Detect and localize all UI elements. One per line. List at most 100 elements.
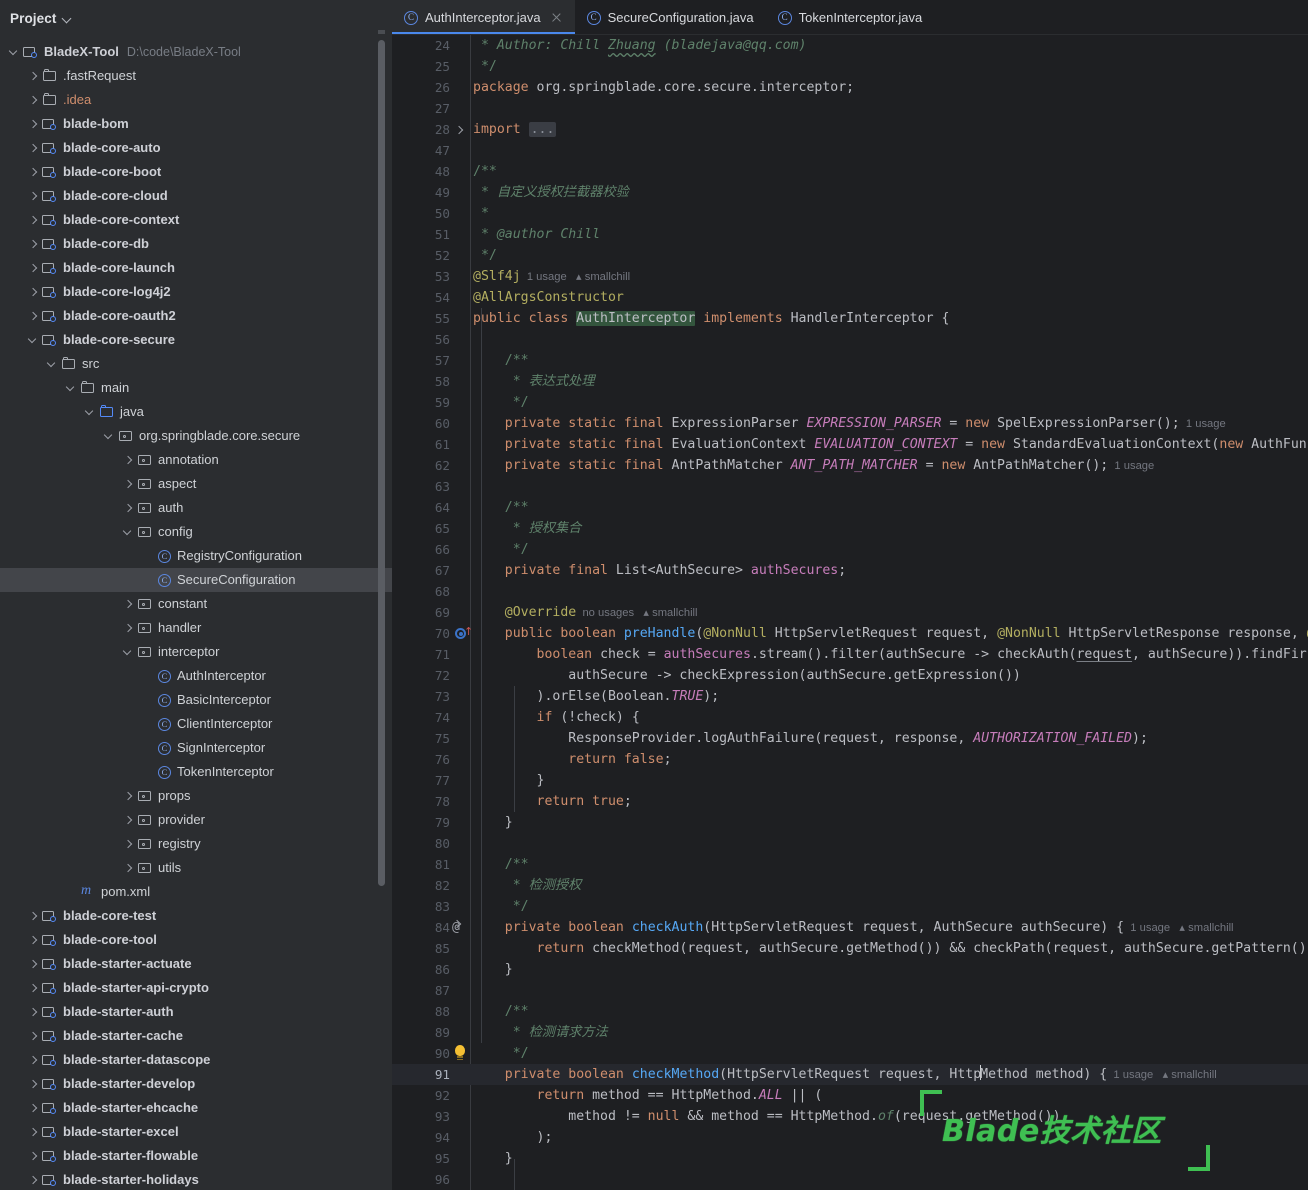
code-line[interactable]: 64 /** — [392, 497, 1308, 518]
code-line[interactable]: 65 * 授权集合 — [392, 518, 1308, 539]
code-line[interactable]: 47 — [392, 140, 1308, 161]
tree-node-blade-core-auto[interactable]: blade-core-auto — [0, 136, 392, 160]
chevron-right-icon[interactable] — [25, 136, 41, 160]
chevron-right-icon[interactable] — [120, 496, 136, 520]
tree-node-blade-starter-holidays[interactable]: blade-starter-holidays — [0, 1168, 392, 1190]
chevron-right-icon[interactable] — [120, 832, 136, 856]
chevron-right-icon[interactable] — [25, 184, 41, 208]
tree-node-java[interactable]: java — [0, 400, 392, 424]
code-line[interactable]: 57 /** — [392, 350, 1308, 371]
tree-node-src[interactable]: src — [0, 352, 392, 376]
code-line[interactable]: 24 * Author: Chill Zhuang (bladejava@qq.… — [392, 35, 1308, 56]
tree-node-pom-xml[interactable]: pom.xml — [0, 880, 392, 904]
close-icon[interactable] — [550, 11, 563, 24]
implementing-method-icon[interactable]: ↑ — [454, 626, 473, 642]
project-scrollbar-thumb[interactable] — [378, 40, 385, 886]
tree-node-provider[interactable]: provider — [0, 808, 392, 832]
tree-node-basicinterceptor[interactable]: BasicInterceptor — [0, 688, 392, 712]
code-editor[interactable]: 24 * Author: Chill Zhuang (bladejava@qq.… — [392, 35, 1308, 1190]
tree-node-blade-starter-excel[interactable]: blade-starter-excel — [0, 1120, 392, 1144]
chevron-right-icon[interactable] — [25, 160, 41, 184]
tree-node-blade-core-cloud[interactable]: blade-core-cloud — [0, 184, 392, 208]
code-line[interactable]: 93 method != null && method == HttpMetho… — [392, 1106, 1308, 1127]
code-line[interactable]: 61 private static final EvaluationContex… — [392, 434, 1308, 455]
code-line[interactable]: 76 return false; — [392, 749, 1308, 770]
chevron-down-icon[interactable] — [25, 328, 41, 352]
code-line[interactable]: 54 @AllArgsConstructor — [392, 287, 1308, 308]
tree-node-main[interactable]: main — [0, 376, 392, 400]
tree-node--fastrequest[interactable]: .fastRequest — [0, 64, 392, 88]
code-line[interactable]: 25 */ — [392, 56, 1308, 77]
chevron-right-icon[interactable] — [25, 208, 41, 232]
chevron-down-icon[interactable] — [82, 400, 98, 424]
code-line[interactable]: 50 * — [392, 203, 1308, 224]
chevron-down-icon[interactable] — [62, 13, 73, 24]
code-line[interactable]: 92 return method == HttpMethod.ALL || ( — [392, 1085, 1308, 1106]
code-line[interactable]: 74 if (!check) { — [392, 707, 1308, 728]
tree-node-blade-starter-api-crypto[interactable]: blade-starter-api-crypto — [0, 976, 392, 1000]
code-line[interactable]: 80 — [392, 833, 1308, 854]
code-line[interactable]: 96 — [392, 1169, 1308, 1190]
chevron-down-icon[interactable] — [6, 40, 22, 64]
code-line[interactable]: 84 @ private boolean checkAuth(HttpServle… — [392, 917, 1308, 938]
tree-node-authinterceptor[interactable]: AuthInterceptor — [0, 664, 392, 688]
code-line[interactable]: 86 } — [392, 959, 1308, 980]
chevron-right-icon[interactable] — [120, 784, 136, 808]
tree-node-blade-core-context[interactable]: blade-core-context — [0, 208, 392, 232]
code-line[interactable]: 59 */ — [392, 392, 1308, 413]
code-line[interactable]: 27 — [392, 98, 1308, 119]
chevron-right-icon[interactable] — [25, 112, 41, 136]
tree-node-clientinterceptor[interactable]: ClientInterceptor — [0, 712, 392, 736]
chevron-right-icon[interactable] — [25, 928, 41, 952]
chevron-down-icon[interactable] — [101, 424, 117, 448]
code-line[interactable]: 88 /** — [392, 1001, 1308, 1022]
code-line[interactable]: 81 /** — [392, 854, 1308, 875]
tree-node-props[interactable]: props — [0, 784, 392, 808]
editor-tab-tokeninterceptor[interactable]: TokenInterceptor.java — [766, 0, 935, 35]
chevron-right-icon[interactable] — [120, 808, 136, 832]
chevron-right-icon[interactable] — [25, 64, 41, 88]
chevron-right-icon[interactable] — [120, 448, 136, 472]
code-line[interactable]: 52 */ — [392, 245, 1308, 266]
tree-node-blade-starter-actuate[interactable]: blade-starter-actuate — [0, 952, 392, 976]
chevron-right-icon[interactable] — [25, 280, 41, 304]
chevron-right-icon[interactable] — [25, 304, 41, 328]
tree-node-blade-core-secure[interactable]: blade-core-secure — [0, 328, 392, 352]
tree-node-auth[interactable]: auth — [0, 496, 392, 520]
code-line[interactable]: 75 ResponseProvider.logAuthFailure(reque… — [392, 728, 1308, 749]
code-line[interactable]: 68 — [392, 581, 1308, 602]
code-line[interactable]: 89 * 检测请求方法 — [392, 1022, 1308, 1043]
tree-node-blade-starter-datascope[interactable]: blade-starter-datascope — [0, 1048, 392, 1072]
code-line[interactable]: 26 package org.springblade.core.secure.in… — [392, 77, 1308, 98]
intention-bulb-icon[interactable] — [452, 1045, 468, 1062]
tree-node-utils[interactable]: utils — [0, 856, 392, 880]
tree-node--idea[interactable]: .idea — [0, 88, 392, 112]
annotation-gutter-icon[interactable]: @ — [452, 917, 468, 935]
code-line[interactable]: 94 ); — [392, 1127, 1308, 1148]
code-line[interactable]: 55 public class AuthInterceptor implement… — [392, 308, 1308, 329]
chevron-right-icon[interactable] — [25, 1168, 41, 1190]
tree-node-aspect[interactable]: aspect — [0, 472, 392, 496]
code-line[interactable]: 53 @Slf4j 1 usage ▴ smallchill — [392, 266, 1308, 287]
code-line[interactable]: 90 */ — [392, 1043, 1308, 1064]
code-line[interactable]: 95 } — [392, 1148, 1308, 1169]
code-line[interactable]: 77 } — [392, 770, 1308, 791]
code-line[interactable]: 62 private static final AntPathMatcher A… — [392, 455, 1308, 476]
tree-node-blade-starter-cache[interactable]: blade-starter-cache — [0, 1024, 392, 1048]
chevron-right-icon[interactable] — [120, 472, 136, 496]
code-line[interactable]: 60 private static final ExpressionParser… — [392, 413, 1308, 434]
code-line[interactable]: 73 ).orElse(Boolean.TRUE); — [392, 686, 1308, 707]
chevron-right-icon[interactable] — [25, 1096, 41, 1120]
code-line[interactable]: 49 * 自定义授权拦截器校验 — [392, 182, 1308, 203]
tree-node-blade-starter-develop[interactable]: blade-starter-develop — [0, 1072, 392, 1096]
code-line[interactable]: 69 @Override no usages ▴ smallchill — [392, 602, 1308, 623]
code-line[interactable]: 28 import ... — [392, 119, 1308, 140]
chevron-right-icon[interactable] — [120, 616, 136, 640]
chevron-down-icon[interactable] — [63, 376, 79, 400]
chevron-right-icon[interactable] — [25, 1144, 41, 1168]
code-line[interactable]: 56 — [392, 329, 1308, 350]
code-line[interactable]: 87 — [392, 980, 1308, 1001]
tree-node-secureconfiguration[interactable]: SecureConfiguration — [0, 568, 392, 592]
code-line[interactable]: 78 return true; — [392, 791, 1308, 812]
chevron-right-icon[interactable] — [25, 1048, 41, 1072]
